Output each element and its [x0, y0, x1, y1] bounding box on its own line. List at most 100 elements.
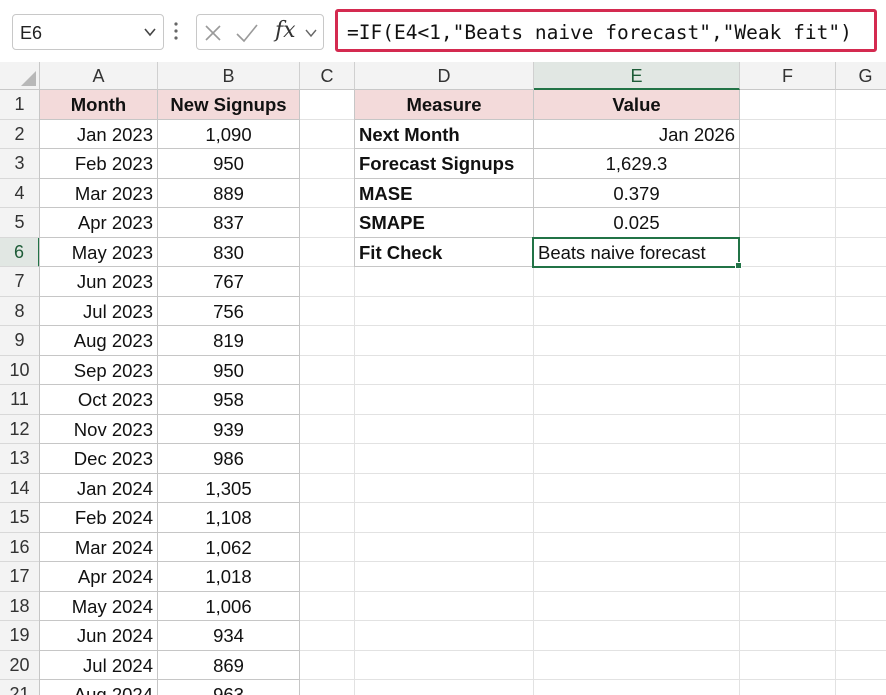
fill-handle[interactable] [735, 262, 742, 269]
formula-text: =IF(E4<1,"Beats naive forecast","Weak fi… [347, 21, 852, 44]
measure-cell[interactable]: MASE [355, 178, 534, 208]
row-header-16[interactable]: 16 [0, 532, 40, 562]
cancel-icon[interactable] [203, 23, 223, 43]
value-cell[interactable]: 1,629.3 [534, 149, 740, 179]
signups-cell[interactable]: 889 [158, 178, 300, 208]
row-header-10[interactable]: 10 [0, 355, 40, 385]
month-cell[interactable]: Sep 2023 [40, 355, 158, 385]
value-cell[interactable]: 0.379 [534, 178, 740, 208]
formula-controls: fx [196, 14, 324, 50]
table-border [354, 90, 355, 267]
month-cell[interactable]: Feb 2023 [40, 149, 158, 179]
gridline-vertical [835, 90, 836, 695]
column-header-c[interactable]: C [300, 62, 355, 90]
row-header-5[interactable]: 5 [0, 208, 40, 238]
month-cell[interactable]: Feb 2024 [40, 503, 158, 533]
signups-cell[interactable]: 756 [158, 296, 300, 326]
column-header-g[interactable]: G [836, 62, 886, 90]
row-header-17[interactable]: 17 [0, 562, 40, 592]
row-header-21[interactable]: 21 [0, 680, 40, 695]
signups-cell[interactable]: 830 [158, 237, 300, 267]
signups-cell[interactable]: 1,006 [158, 591, 300, 621]
summary-header-cell[interactable]: Value [534, 90, 740, 120]
chevron-down-icon[interactable] [143, 25, 157, 39]
measure-cell[interactable]: Fit Check [355, 237, 534, 267]
column-header-f[interactable]: F [740, 62, 836, 90]
signups-cell[interactable]: 939 [158, 414, 300, 444]
row-header-15[interactable]: 15 [0, 503, 40, 533]
signups-cell[interactable]: 934 [158, 621, 300, 651]
measure-cell[interactable]: Forecast Signups [355, 149, 534, 179]
month-cell[interactable]: Mar 2023 [40, 178, 158, 208]
value-cell[interactable]: Jan 2026 [534, 119, 740, 149]
spreadsheet-grid: ABCDEFG 1 2 3 4 5 6 7 8 9 10 11 12 13 14 15 16 17 18 19 20 2… [0, 62, 886, 695]
table-header-cell[interactable]: Month [40, 90, 158, 120]
check-icon[interactable] [235, 23, 259, 43]
table-header-cell[interactable]: New Signups [158, 90, 300, 120]
row-header-4[interactable]: 4 [0, 178, 40, 208]
insert-function-icon[interactable]: fx [275, 18, 296, 43]
month-cell[interactable]: Apr 2023 [40, 208, 158, 238]
month-cell[interactable]: Dec 2023 [40, 444, 158, 474]
signups-cell[interactable]: 869 [158, 650, 300, 680]
signups-cell[interactable]: 1,090 [158, 119, 300, 149]
select-all-corner[interactable] [0, 62, 40, 90]
signups-cell[interactable]: 958 [158, 385, 300, 415]
month-cell[interactable]: Nov 2023 [40, 414, 158, 444]
measure-cell[interactable]: Next Month [355, 119, 534, 149]
row-header-20[interactable]: 20 [0, 650, 40, 680]
month-cell[interactable]: Apr 2024 [40, 562, 158, 592]
summary-header-cell[interactable]: Measure [355, 90, 534, 120]
row-header-8[interactable]: 8 [0, 296, 40, 326]
month-cell[interactable]: Jul 2024 [40, 650, 158, 680]
row-header-19[interactable]: 19 [0, 621, 40, 651]
signups-cell[interactable]: 1,018 [158, 562, 300, 592]
value-cell[interactable]: 0.025 [534, 208, 740, 238]
column-header-d[interactable]: D [355, 62, 534, 90]
month-cell[interactable]: Jan 2024 [40, 473, 158, 503]
row-header-12[interactable]: 12 [0, 414, 40, 444]
signups-cell[interactable]: 837 [158, 208, 300, 238]
month-cell[interactable]: Jun 2023 [40, 267, 158, 297]
month-cell[interactable]: Mar 2024 [40, 532, 158, 562]
column-header-e[interactable]: E [534, 62, 740, 90]
row-header-13[interactable]: 13 [0, 444, 40, 474]
row-header-7[interactable]: 7 [0, 267, 40, 297]
signups-cell[interactable]: 1,305 [158, 473, 300, 503]
month-cell[interactable]: May 2023 [40, 237, 158, 267]
measure-cell[interactable]: SMAPE [355, 208, 534, 238]
row-header-3[interactable]: 3 [0, 149, 40, 179]
column-header-b[interactable]: B [158, 62, 300, 90]
more-options-icon[interactable] [173, 20, 179, 42]
month-cell[interactable]: Aug 2023 [40, 326, 158, 356]
month-cell[interactable]: Oct 2023 [40, 385, 158, 415]
signups-cell[interactable]: 963 [158, 680, 300, 695]
formula-input[interactable]: =IF(E4<1,"Beats naive forecast","Weak fi… [335, 9, 877, 52]
active-cell-selection[interactable] [532, 236, 740, 268]
table-border [39, 90, 40, 695]
row-header-18[interactable]: 18 [0, 591, 40, 621]
signups-cell[interactable]: 767 [158, 267, 300, 297]
row-header-6[interactable]: 6 [0, 237, 40, 267]
row-header-2[interactable]: 2 [0, 119, 40, 149]
month-cell[interactable]: May 2024 [40, 591, 158, 621]
month-cell[interactable]: Jul 2023 [40, 296, 158, 326]
column-header-a[interactable]: A [40, 62, 158, 90]
chevron-down-icon[interactable] [304, 27, 318, 39]
signups-cell[interactable]: 1,062 [158, 532, 300, 562]
formula-bar-area: E6 fx =IF(E4<1,"Beats naive forecast","W… [0, 0, 886, 62]
signups-cell[interactable]: 950 [158, 149, 300, 179]
name-box[interactable]: E6 [12, 14, 164, 50]
row-header-11[interactable]: 11 [0, 385, 40, 415]
name-box-value: E6 [20, 23, 43, 43]
row-header-14[interactable]: 14 [0, 473, 40, 503]
row-header-9[interactable]: 9 [0, 326, 40, 356]
month-cell[interactable]: Jun 2024 [40, 621, 158, 651]
signups-cell[interactable]: 986 [158, 444, 300, 474]
signups-cell[interactable]: 1,108 [158, 503, 300, 533]
row-header-1[interactable]: 1 [0, 90, 40, 120]
month-cell[interactable]: Aug 2024 [40, 680, 158, 695]
signups-cell[interactable]: 819 [158, 326, 300, 356]
month-cell[interactable]: Jan 2023 [40, 119, 158, 149]
signups-cell[interactable]: 950 [158, 355, 300, 385]
